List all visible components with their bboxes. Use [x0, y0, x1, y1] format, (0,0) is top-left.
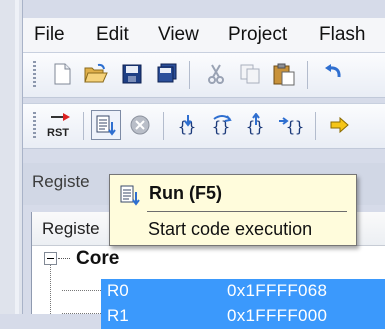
toolbar-separator [189, 61, 190, 89]
debug-toolbar: RST {} {} {} {} [23, 103, 385, 149]
menu-project[interactable]: Project [228, 24, 287, 46]
save-all-icon[interactable] [151, 59, 181, 89]
undo-icon[interactable] [319, 59, 349, 89]
menu-flash[interactable]: Flash [319, 24, 365, 46]
cut-icon[interactable] [201, 59, 231, 89]
file-toolbar [23, 52, 385, 98]
run-icon[interactable] [91, 110, 121, 140]
column-header-label: Registe [42, 219, 100, 238]
toolbar-grip[interactable] [33, 112, 36, 140]
tree-group-core[interactable]: Core [76, 248, 119, 270]
step-icon[interactable]: {} [173, 110, 203, 140]
tree-connector [62, 290, 101, 291]
reset-icon[interactable]: RST [43, 110, 77, 140]
open-folder-icon[interactable] [81, 59, 111, 89]
svg-text:{}: {} [286, 118, 304, 136]
register-value: 0x1FFFF068 [227, 281, 328, 300]
toolbar-separator [307, 61, 308, 89]
step-over-icon[interactable]: {} [207, 110, 237, 140]
window-frame-left [0, 0, 23, 314]
tooltip-title: Run (F5) [149, 183, 222, 203]
reset-label: RST [47, 127, 69, 139]
step-out-icon[interactable]: {} [241, 110, 271, 140]
menu-view[interactable]: View [158, 24, 199, 46]
copy-icon[interactable] [235, 59, 265, 89]
register-row[interactable]: R1 0x1FFFF000 [101, 304, 385, 329]
show-next-statement-icon[interactable] [325, 110, 355, 140]
tooltip-divider [147, 211, 347, 212]
tree-connector [50, 265, 51, 314]
register-value: 0x1FFFF000 [227, 306, 328, 325]
register-name: R1 [107, 306, 129, 325]
toolbar-separator [163, 112, 164, 140]
toolbar-grip[interactable] [33, 61, 36, 89]
stop-icon[interactable] [125, 110, 155, 140]
paste-icon[interactable] [269, 59, 299, 89]
toolbar-separator [83, 112, 84, 140]
register-row[interactable]: R0 0x1FFFF068 [101, 279, 385, 304]
toolbar-separator [315, 112, 316, 140]
new-file-icon[interactable] [47, 59, 77, 89]
collapse-icon[interactable] [44, 252, 57, 265]
menu-edit[interactable]: Edit [96, 24, 129, 46]
register-name: R0 [107, 281, 129, 300]
run-tooltip: Run (F5) Start code execution [109, 174, 357, 246]
run-to-cursor-icon[interactable]: {} [277, 110, 307, 140]
save-icon[interactable] [117, 59, 147, 89]
registers-window-title: Registe [32, 172, 90, 191]
menu-file[interactable]: File [34, 24, 65, 46]
menu-bar: File Edit View Project Flash [23, 18, 385, 52]
run-icon [119, 184, 141, 211]
tooltip-description: Start code execution [148, 219, 313, 239]
tree-connector [58, 258, 70, 259]
